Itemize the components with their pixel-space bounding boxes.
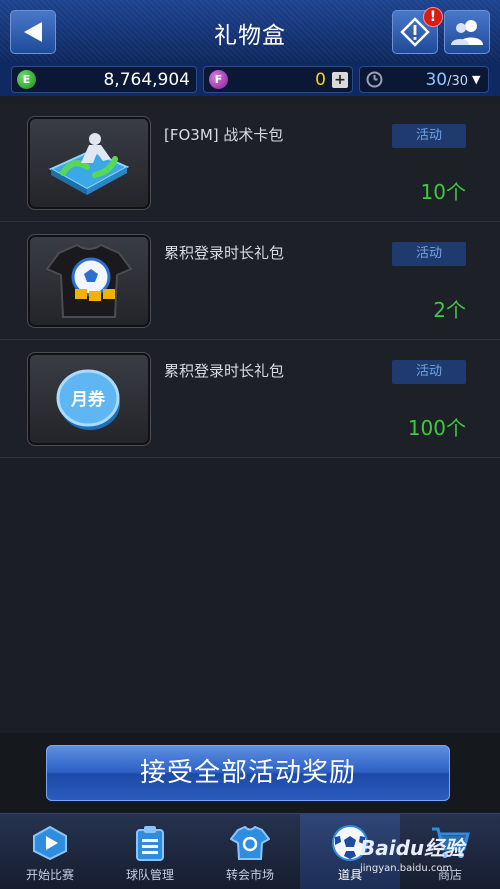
f-currency-value: 0 bbox=[315, 69, 326, 90]
soccer-ball-icon bbox=[330, 824, 370, 862]
e-currency-value: 8,764,904 bbox=[103, 69, 190, 90]
nav-label: 球队管理 bbox=[125, 868, 174, 882]
cart-icon bbox=[430, 824, 470, 862]
f-currency: F 0 + bbox=[203, 66, 353, 93]
gift-list: [FO3M] 战术卡包 活动 10个 累积登录时长礼包 活动 2个 月券 累积登… bbox=[0, 104, 500, 458]
list-item[interactable]: 月券 累积登录时长礼包 活动 100个 bbox=[0, 340, 500, 458]
nav-start-match[interactable]: 开始比赛 bbox=[0, 814, 100, 889]
item-name: 累积登录时长礼包 bbox=[164, 362, 285, 380]
stamina-max: /30 bbox=[447, 73, 468, 89]
nav-items[interactable]: 道具 bbox=[300, 814, 400, 889]
coupon-text: 月券 bbox=[70, 389, 106, 410]
shirt-icon bbox=[230, 824, 270, 862]
notice-button[interactable]: ! bbox=[392, 7, 443, 54]
nav-transfer-market[interactable]: 转会市场 bbox=[200, 814, 300, 889]
accept-all-rewards-button[interactable]: 接受全部活动奖励 bbox=[46, 745, 450, 801]
jersey-ball-icon bbox=[27, 234, 151, 328]
e-coin-icon: E bbox=[17, 70, 36, 89]
stamina-box[interactable]: 30/30 ▼ bbox=[359, 66, 489, 93]
monthly-coupon-icon: 月券 bbox=[27, 352, 151, 446]
alert-badge: ! bbox=[423, 7, 443, 27]
list-item[interactable]: [FO3M] 战术卡包 活动 10个 bbox=[0, 104, 500, 222]
tactic-card-icon bbox=[27, 116, 151, 210]
clipboard-icon bbox=[130, 824, 170, 862]
item-count: 100个 bbox=[407, 416, 466, 440]
currency-bar: E 8,764,904 F 0 + 30/30 ▼ bbox=[0, 62, 500, 96]
nav-label: 转会市场 bbox=[225, 868, 274, 882]
list-item[interactable]: 累积登录时长礼包 活动 2个 bbox=[0, 222, 500, 340]
nav-team-management[interactable]: 球队管理 bbox=[100, 814, 200, 889]
bottom-nav: 开始比赛 球队管理 转会市场 道具 商店 bbox=[0, 813, 500, 889]
nav-label: 开始比赛 bbox=[25, 868, 74, 882]
f-coin-icon: F bbox=[209, 70, 228, 89]
stamina-value: 30/30 bbox=[383, 70, 472, 90]
item-count: 10个 bbox=[420, 180, 466, 204]
timer-icon bbox=[366, 71, 383, 88]
event-tag: 活动 bbox=[392, 242, 466, 266]
nav-label: 商店 bbox=[437, 868, 462, 882]
item-count: 2个 bbox=[433, 298, 466, 322]
dropdown-arrow-icon: ▼ bbox=[472, 73, 481, 86]
top-header: 礼物盒 ! bbox=[0, 0, 500, 62]
friends-icon bbox=[451, 20, 483, 45]
nav-shop[interactable]: 商店 bbox=[400, 814, 500, 889]
item-name: 累积登录时长礼包 bbox=[164, 244, 285, 262]
event-tag: 活动 bbox=[392, 124, 466, 148]
play-icon bbox=[30, 824, 70, 862]
event-tag: 活动 bbox=[392, 360, 466, 384]
e-currency: E 8,764,904 bbox=[11, 66, 197, 93]
add-f-currency-button[interactable]: + bbox=[332, 71, 348, 88]
friends-button[interactable] bbox=[444, 10, 490, 54]
nav-label: 道具 bbox=[337, 868, 362, 882]
item-name: [FO3M] 战术卡包 bbox=[164, 126, 284, 144]
stamina-current: 30 bbox=[425, 69, 448, 90]
